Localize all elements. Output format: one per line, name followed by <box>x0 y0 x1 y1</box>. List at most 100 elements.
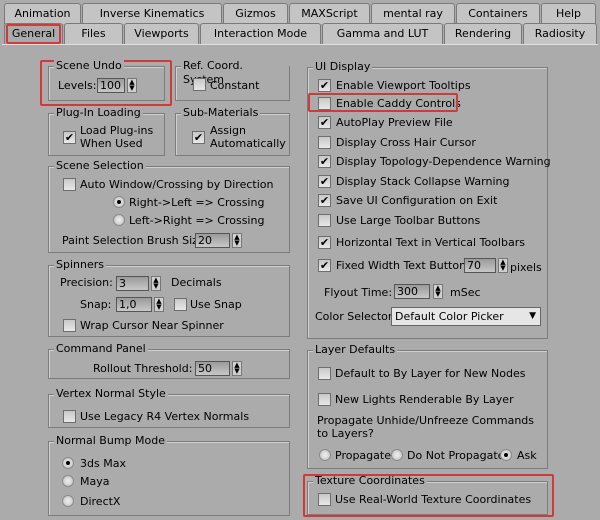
auto-window-checkbox[interactable] <box>63 178 76 191</box>
levels-input[interactable]: 100 <box>97 78 125 93</box>
radio-maya[interactable] <box>62 475 74 487</box>
flyout-label: Flyout Time: <box>324 286 393 299</box>
load-plugins-checkbox[interactable]: ✔ <box>63 131 76 144</box>
ui-display-label: Use Large Toolbar Buttons <box>336 214 481 227</box>
group-title: Sub-Materials <box>181 106 261 120</box>
tab-rendering[interactable]: Rendering <box>444 23 522 44</box>
flyout-input[interactable]: 300 <box>394 284 430 299</box>
radio-label: DirectX <box>80 495 121 508</box>
radio-label: 3ds Max <box>80 457 126 470</box>
radio-label: Maya <box>80 475 110 488</box>
ui-display-label: Display Topology-Dependence Warning <box>336 155 551 168</box>
new-lights-label: New Lights Renderable By Layer <box>335 393 514 406</box>
ui-display-label: Display Stack Collapse Warning <box>336 175 510 188</box>
precision-input[interactable]: 3 <box>116 276 149 291</box>
brush-size-spinner[interactable]: ▲ ▼ <box>232 233 242 248</box>
radio-3dsmax[interactable] <box>62 457 74 469</box>
tab-mental-ray[interactable]: mental ray <box>371 3 455 24</box>
ui-display-label: Horizontal Text in Vertical Toolbars <box>336 236 525 249</box>
group-title: Layer Defaults <box>313 343 398 357</box>
rollout-label: Rollout Threshold: <box>93 362 193 375</box>
tab-radiosity[interactable]: Radiosity <box>523 23 597 44</box>
rollout-spinner[interactable]: ▲ ▼ <box>232 361 242 376</box>
color-selector-label: Color Selector: <box>315 310 396 323</box>
assign-label: Assign <box>210 124 246 137</box>
group-title: Vertex Normal Style <box>54 387 168 401</box>
ui-display-checkbox[interactable]: ✔ <box>318 155 331 168</box>
real-world-checkbox[interactable] <box>318 493 331 506</box>
fixed-width-input[interactable]: 70 <box>464 258 496 273</box>
left-right-radio[interactable] <box>113 214 125 226</box>
ui-display-label: Save UI Configuration on Exit <box>336 194 498 207</box>
load-plugins-label-2: When Used <box>80 137 143 150</box>
fixed-width-spinner[interactable]: ▲ ▼ <box>498 258 508 273</box>
auto-window-label: Auto Window/Crossing by Direction <box>80 178 274 191</box>
radio-label: Propagate <box>335 449 391 462</box>
color-selector-value: Default Color Picker <box>395 310 504 323</box>
real-world-label: Use Real-World Texture Coordinates <box>335 493 532 506</box>
new-lights-checkbox[interactable] <box>318 393 331 406</box>
radio-label: Ask <box>517 449 537 462</box>
tab-maxscript[interactable]: MAXScript <box>289 3 370 24</box>
radio-ask[interactable] <box>500 449 512 461</box>
ui-display-checkbox[interactable]: ✔ <box>318 194 331 207</box>
default-by-layer-label: Default to By Layer for New Nodes <box>335 367 526 380</box>
radio-directx[interactable] <box>62 495 74 507</box>
chevron-down-icon: ▼ <box>529 311 536 321</box>
wrap-cursor-checkbox[interactable] <box>63 319 76 332</box>
levels-spinner[interactable]: ▲ ▼ <box>127 78 137 93</box>
highlight-caddy-controls <box>308 93 458 112</box>
legacy-normals-checkbox[interactable] <box>63 410 76 423</box>
snap-spinner[interactable]: ▲ ▼ <box>154 297 164 312</box>
precision-label: Precision: <box>60 276 113 289</box>
radio-label: Do Not Propagate <box>407 449 505 462</box>
radio-propagate[interactable] <box>319 449 331 461</box>
decimals-label: Decimals <box>171 276 222 289</box>
ui-display-checkbox[interactable] <box>318 214 331 227</box>
assign-label-2: Automatically <box>210 137 286 150</box>
levels-label: Levels: <box>58 79 97 92</box>
rollout-input[interactable]: 50 <box>195 361 230 376</box>
left-right-label: Left->Right => Crossing <box>129 214 265 227</box>
use-snap-checkbox[interactable] <box>174 298 187 311</box>
color-selector-dropdown[interactable]: Default Color Picker ▼ <box>391 307 541 326</box>
ui-display-label: Fixed Width Text Buttons: <box>336 259 476 272</box>
tab-containers[interactable]: Containers <box>456 3 540 24</box>
ui-display-label: Enable Viewport Tooltips <box>336 79 471 92</box>
radio-do-not-propagate[interactable] <box>391 449 403 461</box>
ui-display-checkbox[interactable]: ✔ <box>318 116 331 129</box>
snap-label: Snap: <box>80 298 112 311</box>
tab-inverse-kinematics[interactable]: Inverse Kinematics <box>82 3 222 24</box>
flyout-spinner[interactable]: ▲ ▼ <box>433 284 443 299</box>
tab-gamma-lut[interactable]: Gamma and LUT <box>322 23 443 44</box>
tab-gizmos[interactable]: Gizmos <box>223 3 288 24</box>
ui-display-checkbox[interactable]: ✔ <box>318 259 331 272</box>
precision-spinner[interactable]: ▲ ▼ <box>151 276 161 291</box>
use-snap-label: Use Snap <box>190 298 242 311</box>
ui-display-checkbox[interactable]: ✔ <box>318 175 331 188</box>
constant-checkbox[interactable] <box>193 78 206 91</box>
ui-display-label: AutoPlay Preview File <box>336 116 453 129</box>
tab-viewports[interactable]: Viewports <box>124 23 199 44</box>
ui-display-checkbox[interactable]: ✔ <box>318 236 331 249</box>
group-title: Scene Selection <box>54 159 146 173</box>
group-title: Spinners <box>54 258 106 272</box>
right-left-label: Right->Left => Crossing <box>129 196 265 209</box>
tab-files[interactable]: Files <box>64 23 123 44</box>
ui-display-checkbox[interactable] <box>318 136 331 149</box>
tab-help[interactable]: Help <box>541 3 596 24</box>
ui-display-checkbox[interactable]: ✔ <box>318 79 331 92</box>
group-title: Plug-In Loading <box>54 106 143 120</box>
brush-size-label: Paint Selection Brush Size <box>62 234 205 247</box>
group-title: Normal Bump Mode <box>54 434 167 448</box>
brush-size-input[interactable]: 20 <box>195 233 230 248</box>
wrap-cursor-label: Wrap Cursor Near Spinner <box>80 319 224 332</box>
tab-interaction-mode[interactable]: Interaction Mode <box>200 23 321 44</box>
propagate-question: Propagate Unhide/Unfreeze Commands <box>317 414 534 427</box>
assign-automatically-checkbox[interactable]: ✔ <box>192 131 205 144</box>
default-by-layer-checkbox[interactable] <box>318 367 331 380</box>
group-title: Command Panel <box>54 342 148 356</box>
right-left-radio[interactable] <box>113 196 125 208</box>
tab-animation[interactable]: Animation <box>4 3 81 24</box>
snap-input[interactable]: 1,0 <box>116 297 152 312</box>
